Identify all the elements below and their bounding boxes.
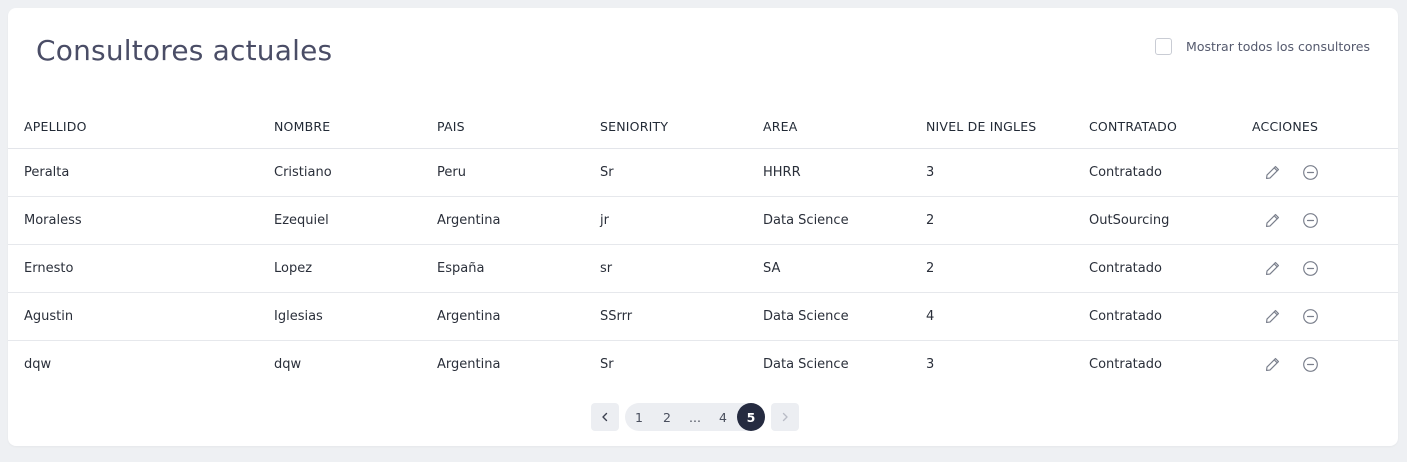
cell-acciones — [1236, 292, 1398, 341]
row-actions — [1252, 308, 1398, 325]
cell-acciones — [1236, 196, 1398, 245]
pencil-icon — [1265, 261, 1280, 275]
minus-circle-icon — [1303, 356, 1318, 372]
row-actions — [1252, 212, 1398, 229]
show-all-checkbox[interactable] — [1155, 38, 1173, 55]
page-ellipsis: ... — [689, 409, 701, 425]
table-row: Ernesto Lopez España sr SA 2 Contratado — [8, 244, 1398, 293]
row-actions — [1252, 356, 1398, 373]
pencil-icon — [1265, 357, 1280, 371]
header-acciones: ACCIONES — [1236, 106, 1398, 149]
cell-acciones — [1236, 340, 1398, 388]
remove-button[interactable] — [1302, 164, 1319, 181]
remove-button[interactable] — [1302, 260, 1319, 277]
cell-acciones — [1236, 244, 1398, 293]
consultants-table: APELLIDO NOMBRE PAIS SENIORITY AREA NIVE… — [8, 106, 1398, 388]
cell-nivel-ingles: 4 — [910, 292, 1073, 341]
cell-contratado: Contratado — [1073, 148, 1236, 197]
cell-apellido: dqw — [24, 356, 52, 372]
minus-circle-icon — [1303, 308, 1318, 324]
show-all-label: Mostrar todos los consultores — [1186, 39, 1370, 54]
cell-nombre: Lopez — [258, 244, 421, 293]
cell-seniority: jr — [584, 196, 747, 245]
cell-seniority: Sr — [584, 148, 747, 197]
cell-apellido: Agustin — [8, 292, 258, 341]
cell-pais: Argentina — [437, 356, 501, 372]
cell-apellido: Ernesto — [8, 244, 258, 293]
remove-button[interactable] — [1302, 356, 1319, 373]
pencil-icon — [1265, 309, 1280, 323]
header-nivel-ingles: NIVEL DE INGLES — [910, 106, 1073, 149]
chevron-right-icon — [782, 412, 788, 422]
remove-button[interactable] — [1302, 212, 1319, 229]
edit-button[interactable] — [1264, 356, 1281, 373]
cell-apellido: Moraless — [8, 196, 258, 245]
edit-button[interactable] — [1264, 308, 1281, 325]
edit-button[interactable] — [1264, 212, 1281, 229]
consultants-card: Consultores actuales Mostrar todos los c… — [8, 8, 1398, 446]
cell-area: SA — [747, 244, 910, 293]
row-actions — [1252, 164, 1398, 181]
pencil-icon — [1265, 213, 1280, 227]
cell-seniority: sr — [584, 244, 747, 293]
cell-area: Data Science — [763, 356, 849, 372]
cell-pais: España — [421, 244, 584, 293]
minus-circle-icon — [1303, 212, 1318, 228]
cell-nombre: Ezequiel — [258, 196, 421, 245]
page-button-2[interactable]: 2 — [653, 403, 681, 431]
table-body: Peralta Cristiano Peru Sr HHRR 3 Contratado Mor… — [8, 148, 1398, 388]
cell-contratado: Contratado — [1089, 356, 1162, 372]
row-actions — [1252, 260, 1398, 277]
minus-circle-icon — [1303, 260, 1318, 276]
header-seniority: SENIORITY — [584, 106, 747, 149]
cell-nombre: Cristiano — [258, 148, 421, 197]
prev-page-button[interactable] — [591, 403, 619, 431]
header-nombre: NOMBRE — [258, 106, 421, 149]
cell-contratado: OutSourcing — [1073, 196, 1236, 245]
table-row: Agustin Iglesias Argentina SSrrr Data Scienc… — [8, 292, 1398, 341]
header-area: AREA — [747, 106, 910, 149]
cell-area: Data Science — [747, 196, 910, 245]
cell-contratado: Contratado — [1073, 244, 1236, 293]
edit-button[interactable] — [1264, 164, 1281, 181]
page-title: Consultores actuales — [36, 34, 333, 67]
pencil-icon — [1265, 165, 1280, 179]
cell-seniority: Sr — [600, 356, 614, 372]
table-row: Moraless Ezequiel Argentina jr Data Science 2… — [8, 196, 1398, 245]
cell-nivel-ingles: 3 — [910, 148, 1073, 197]
chevron-left-icon — [602, 412, 608, 422]
cell-pais: Argentina — [421, 292, 584, 341]
cell-nivel-ingles: 3 — [926, 356, 935, 372]
cell-nivel-ingles: 2 — [910, 244, 1073, 293]
cell-nivel-ingles: 2 — [910, 196, 1073, 245]
show-all-toggle[interactable]: Mostrar todos los consultores — [1155, 38, 1370, 55]
header-apellido: APELLIDO — [8, 106, 258, 149]
cell-seniority: SSrrr — [584, 292, 747, 341]
header-pais: PAIS — [421, 106, 584, 149]
page-button-1[interactable]: 1 — [625, 403, 653, 431]
remove-button[interactable] — [1302, 308, 1319, 325]
page-button-4[interactable]: 4 — [709, 403, 737, 431]
table-header-row: APELLIDO NOMBRE PAIS SENIORITY AREA NIVE… — [8, 106, 1398, 149]
cell-area: Data Science — [747, 292, 910, 341]
cell-pais: Argentina — [421, 196, 584, 245]
table-row: dqw dqw Argentina Sr Data Science 3 Contratado — [8, 340, 1398, 388]
cell-pais: Peru — [421, 148, 584, 197]
cell-apellido: Peralta — [8, 148, 258, 197]
cell-acciones — [1236, 148, 1398, 197]
edit-button[interactable] — [1264, 260, 1281, 277]
header-contratado: CONTRATADO — [1073, 106, 1236, 149]
next-page-button[interactable] — [771, 403, 799, 431]
cell-nombre: dqw — [274, 356, 302, 372]
table-row: Peralta Cristiano Peru Sr HHRR 3 Contratado — [8, 148, 1398, 197]
pagination: 1 2... 4 5 — [591, 403, 799, 431]
minus-circle-icon — [1303, 164, 1318, 180]
cell-nombre: Iglesias — [258, 292, 421, 341]
page-button-5[interactable]: 5 — [737, 403, 765, 431]
cell-contratado: Contratado — [1073, 292, 1236, 341]
page-numbers: 1 2... 4 5 — [625, 403, 765, 431]
cell-area: HHRR — [747, 148, 910, 197]
